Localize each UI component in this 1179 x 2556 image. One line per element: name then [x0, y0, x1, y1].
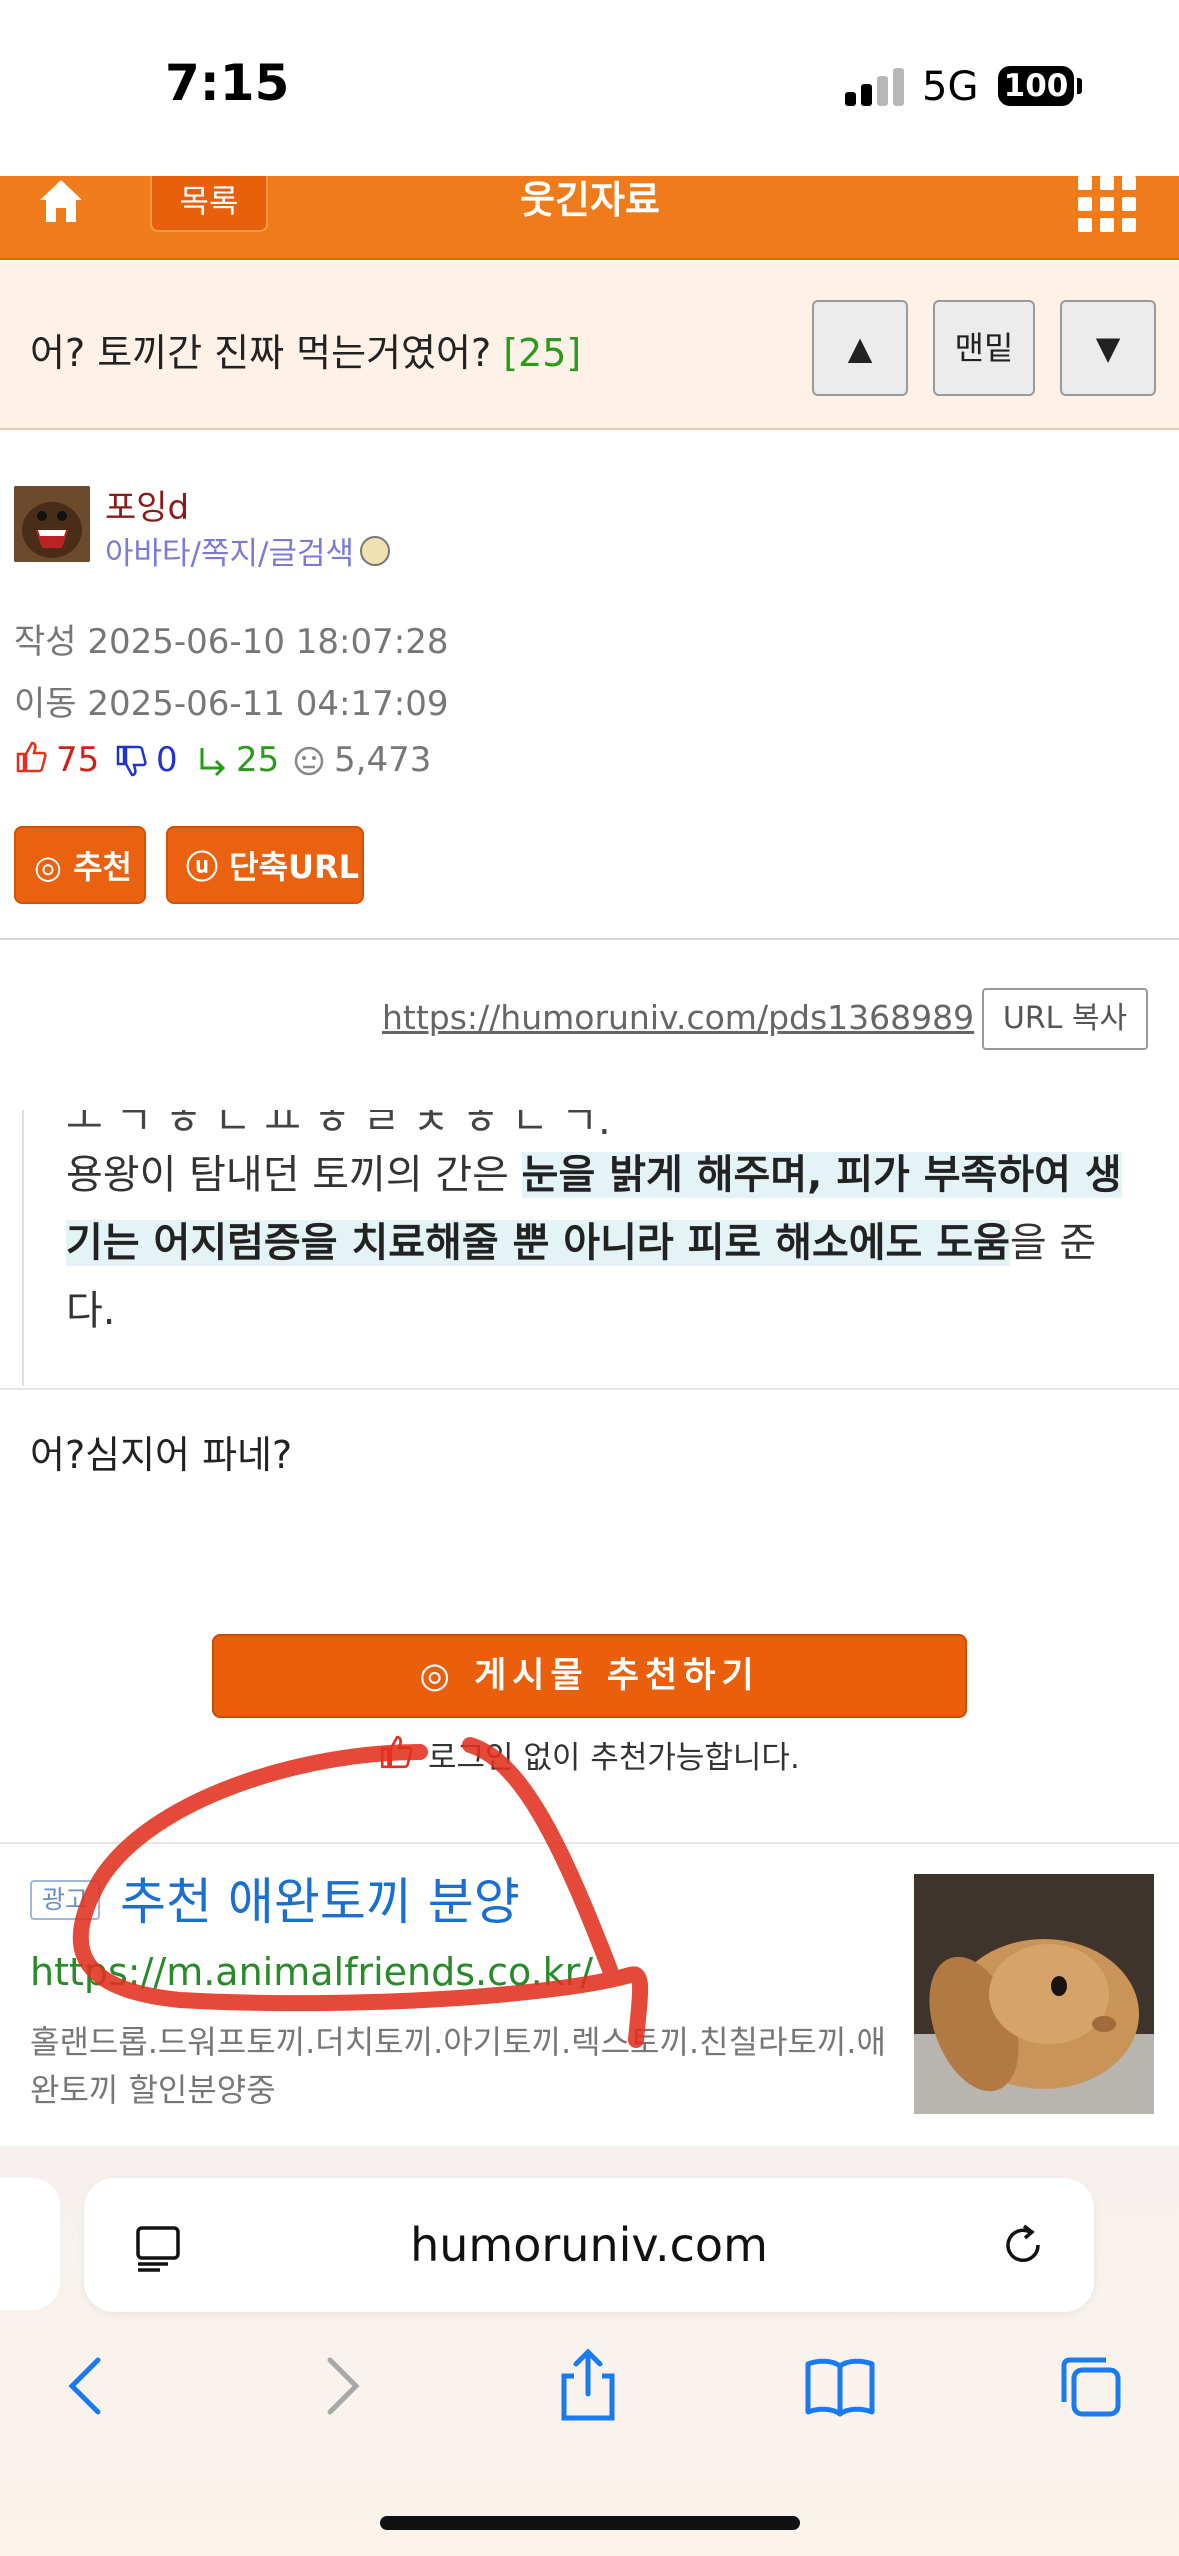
quote-line-1: 용왕이 탐내던 토끼의 간은 눈을 밝게 해주며, 피가 부족하여 생: [66, 1142, 1122, 1200]
ad-url-link[interactable]: https://m.animalfriends.co.kr/: [30, 1950, 593, 1994]
address-domain[interactable]: humoruniv.com: [84, 2218, 1094, 2272]
quote-line-1-highlight: 눈을 밝게 해주며, 피가 부족하여 생: [521, 1152, 1122, 1198]
battery-icon: 100: [998, 66, 1074, 106]
previous-tab-peek[interactable]: [0, 2178, 60, 2310]
short-url-icon: ⓤ: [186, 848, 230, 886]
bookmarks-icon[interactable]: [800, 2346, 880, 2426]
status-bar: 7:15 5G 100: [0, 0, 1179, 176]
clipped-text-line: ㅗ ㄱ ㅎ ㄴ ㅛ ㅎ ㄹ ㅊ ㅎ ㄴ ㄱ.: [66, 1110, 611, 1144]
author-links[interactable]: 아바타/쪽지/글검색: [105, 528, 354, 573]
quote-line-1-plain: 용왕이 탐내던 토끼의 간은: [66, 1152, 522, 1198]
member-badge-icon: [360, 536, 390, 566]
views-icon: [292, 744, 326, 787]
divider: [0, 1388, 1179, 1390]
scroll-down-button[interactable]: ▼: [1060, 300, 1156, 396]
short-url-button[interactable]: ⓤ 단축URL: [166, 826, 364, 904]
browser-toolbar: humoruniv.com: [0, 2146, 1179, 2556]
signal-icon: [845, 66, 905, 106]
ad-badge: 광고: [30, 1880, 100, 1920]
like-icon: [14, 740, 48, 783]
post-title: 어? 토끼간 진짜 먹는거였어? [25]: [30, 322, 581, 377]
battery-tip: [1077, 78, 1082, 94]
scroll-up-button[interactable]: ▲: [812, 300, 908, 396]
status-time: 7:15: [165, 54, 290, 112]
url-copy-button[interactable]: URL 복사: [982, 988, 1148, 1050]
view-count: 5,473: [334, 740, 432, 780]
recommend-circle-icon: ◎: [419, 1656, 475, 1696]
quote-line-2-highlight: 기는 어지럼증을 치료해줄 뿐 아니라 피로 해소에도 도움: [66, 1220, 1010, 1266]
divider: [0, 938, 1179, 940]
post-body-text: 어?심지어 파네?: [30, 1433, 293, 1477]
post-recommend-label: 게시물 추천하기: [474, 1656, 760, 1696]
login-note: 로그인 없이 추천가능합니다.: [428, 1740, 800, 1776]
board-title[interactable]: 웃긴자료: [440, 176, 740, 224]
ad-rabbit-image[interactable]: [914, 1874, 1154, 2114]
quote-line-3: 다.: [66, 1288, 116, 1334]
recommend-button[interactable]: ◎ 추천: [14, 826, 146, 904]
dislike-count: 0: [156, 740, 178, 780]
short-url-label: 단축URL: [229, 848, 360, 886]
written-date: 작성 2025-06-10 18:07:28: [14, 622, 449, 662]
recommend-label: 추천: [73, 848, 132, 886]
board-navbar: 목록 웃긴자료: [0, 176, 1179, 260]
scroll-bottom-button[interactable]: 맨밑: [933, 300, 1035, 396]
reply-count: 25: [236, 740, 280, 780]
ad-title-link[interactable]: 추천 애완토끼 분양: [120, 1862, 520, 1934]
network-type: 5G: [922, 64, 979, 110]
recommend-icon: ◎: [34, 848, 74, 886]
avatar[interactable]: [14, 486, 90, 562]
back-icon[interactable]: [48, 2346, 128, 2426]
comment-count[interactable]: [25]: [503, 331, 581, 375]
list-button[interactable]: 목록: [150, 176, 268, 232]
grid-menu-icon[interactable]: [1078, 176, 1138, 232]
tabs-icon[interactable]: [1050, 2346, 1130, 2426]
dislike-icon: [114, 744, 148, 787]
like-count: 75: [56, 740, 100, 780]
ad-description: 홀랜드롭.드워프토끼.더치토끼.아기토끼.렉스토끼.친칠라토끼.애완토끼 할인분…: [30, 2023, 886, 2109]
quote-line-2: 기는 어지럼증을 치료해줄 뿐 아니라 피로 해소에도 도움을 준: [66, 1210, 1096, 1268]
post-title-text: 어? 토끼간 진짜 먹는거였어?: [30, 331, 492, 375]
author-name[interactable]: 포잉d: [105, 480, 189, 529]
reload-icon[interactable]: [996, 2218, 1050, 2272]
post-recommend-button[interactable]: ◎ 게시물 추천하기: [212, 1634, 967, 1718]
divider: [0, 1842, 1179, 1844]
forward-icon[interactable]: [300, 2346, 380, 2426]
home-icon[interactable]: [36, 176, 86, 226]
home-indicator: [380, 2516, 800, 2530]
thumbs-up-icon: [378, 1734, 414, 1770]
reply-icon: [196, 744, 230, 787]
quoted-content: ㅗ ㄱ ㅎ ㄴ ㅛ ㅎ ㄹ ㅊ ㅎ ㄴ ㄱ. 용왕이 탐내던 토끼의 간은 눈을…: [22, 1110, 1172, 1386]
share-icon[interactable]: [548, 2346, 628, 2426]
address-bar[interactable]: humoruniv.com: [84, 2178, 1094, 2312]
moved-date: 이동 2025-06-11 04:17:09: [14, 684, 449, 724]
quote-line-2-plain: 을 준: [1009, 1220, 1097, 1266]
post-url-link[interactable]: https://humoruniv.com/pds1368989: [382, 998, 974, 1037]
post-title-row: 어? 토끼간 진짜 먹는거였어? [25] ▲ 맨밑 ▼: [0, 262, 1179, 430]
